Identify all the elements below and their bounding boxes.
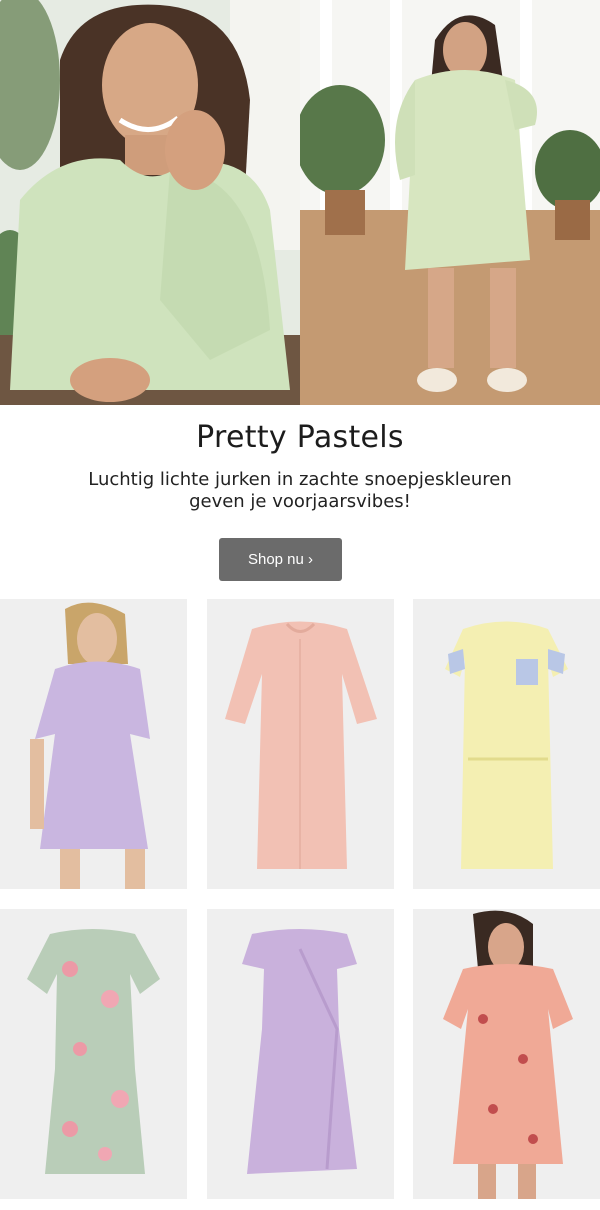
hero-banner[interactable] — [0, 0, 600, 405]
promo-subtitle-line-1: Luchtig lichte jurken in zachte snoepjes… — [88, 469, 512, 490]
product-lilac-dotted-wrap-dress[interactable] — [207, 909, 394, 1199]
promo-subtitle-line-2: geven je voorjaarsvibes! — [189, 491, 411, 512]
hero-image-model-green-top[interactable] — [0, 0, 300, 405]
promo-subtitle: Luchtig lichte jurken in zachte snoepjes… — [50, 469, 550, 513]
hero-image-model-green-dress[interactable] — [300, 0, 600, 405]
product-floral-sage-dress[interactable] — [0, 909, 187, 1199]
product-lilac-tshirt-dress[interactable] — [0, 599, 187, 889]
shop-now-button[interactable]: Shop nu › — [219, 538, 342, 581]
product-pink-dress[interactable] — [207, 599, 394, 889]
product-coral-floral-dress[interactable] — [413, 909, 600, 1199]
promo-title: Pretty Pastels — [196, 420, 404, 455]
product-yellow-striped-dress[interactable] — [413, 599, 600, 889]
